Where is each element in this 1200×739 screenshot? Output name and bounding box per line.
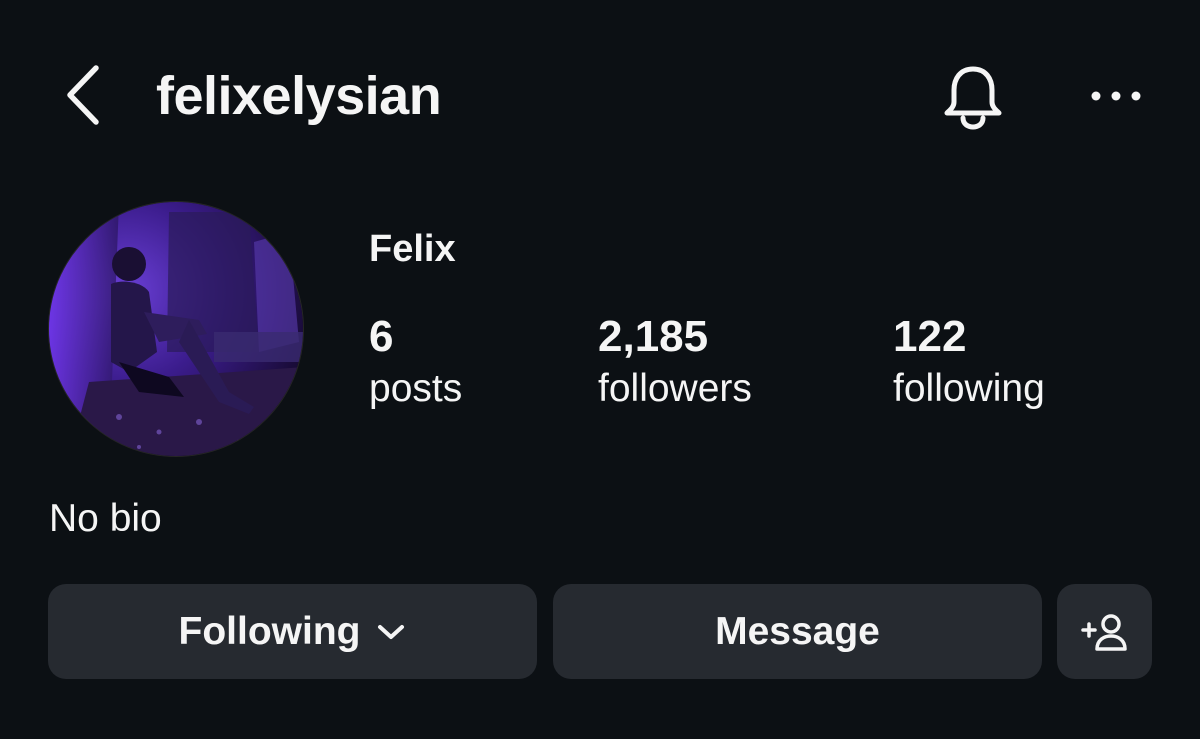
- add-person-icon: [1080, 613, 1127, 651]
- posts-label: posts: [369, 367, 463, 410]
- posts-value: 6: [369, 312, 394, 361]
- bell-icon: [944, 66, 1002, 130]
- following-count[interactable]: 122 following: [893, 310, 1045, 414]
- profile-photo: [49, 202, 303, 456]
- back-button[interactable]: [58, 62, 108, 128]
- following-button-label: Following: [178, 609, 361, 653]
- followers-label: followers: [598, 367, 752, 410]
- suggested-accounts-button[interactable]: [1057, 584, 1152, 679]
- message-button[interactable]: Message: [553, 584, 1042, 679]
- display-name: Felix: [369, 228, 456, 270]
- profile-page: felixelysian Felix 6 posts 2,185 followe…: [0, 0, 1200, 739]
- profile-username: felixelysian: [156, 66, 442, 126]
- more-options-button[interactable]: [1086, 78, 1146, 114]
- following-label: following: [893, 367, 1045, 410]
- bio-text: No bio: [49, 497, 162, 540]
- following-button[interactable]: Following: [48, 584, 537, 679]
- following-value: 122: [893, 312, 967, 361]
- followers-count[interactable]: 2,185 followers: [598, 310, 752, 414]
- chevron-down-icon: [378, 624, 405, 639]
- message-button-label: Message: [715, 609, 880, 653]
- posts-count[interactable]: 6 posts: [369, 310, 462, 414]
- avatar[interactable]: [48, 201, 304, 457]
- more-horizontal-icon: [1091, 91, 1141, 101]
- notifications-button[interactable]: [938, 62, 1008, 132]
- followers-value: 2,185: [598, 312, 709, 361]
- chevron-left-icon: [67, 65, 99, 125]
